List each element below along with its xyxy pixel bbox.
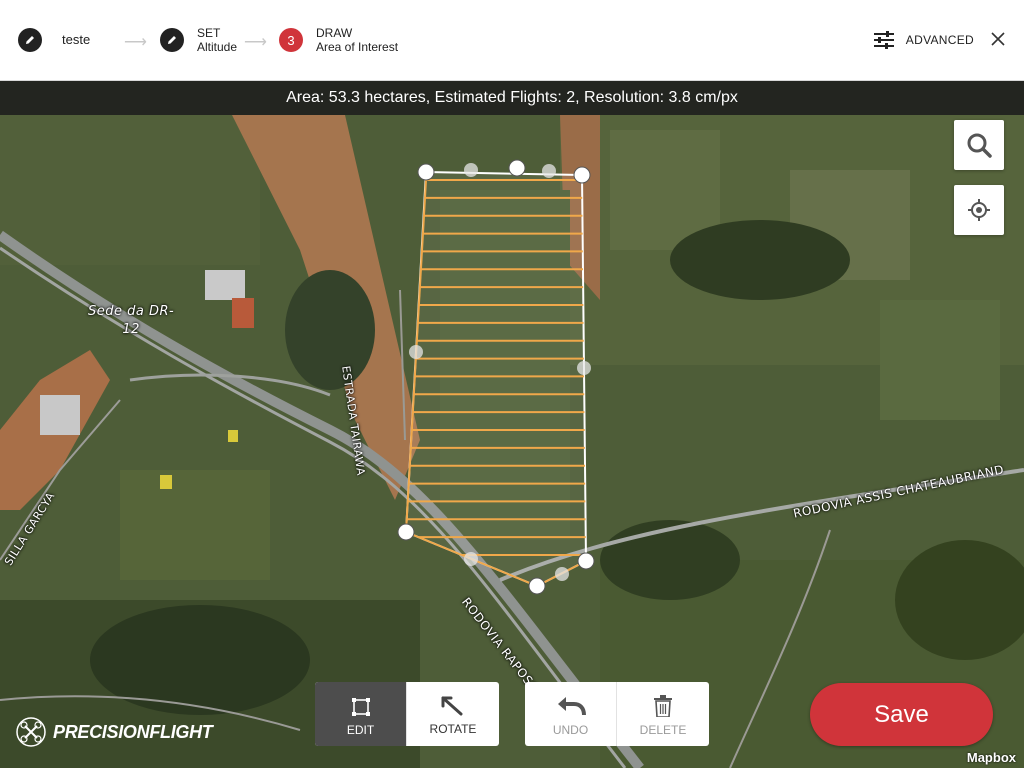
brand-logo: PRECISIONFLIGHT: [15, 716, 213, 748]
step-altitude-subtitle: Altitude: [197, 40, 238, 54]
satellite-map[interactable]: Sede da DR- 12 ESTRADA TAIRAWA RODOVIA A…: [0, 115, 1024, 768]
step-draw-subtitle: Area of Interest: [316, 40, 399, 54]
pencil-icon: [160, 28, 184, 52]
delete-label: DELETE: [639, 723, 687, 737]
map-attribution[interactable]: Mapbox: [967, 750, 1016, 765]
polygon-midpoint-handle[interactable]: [464, 163, 478, 177]
polygon-midpoint-handle[interactable]: [409, 345, 423, 359]
arrow-right-icon: ⟶: [124, 34, 147, 51]
polygon-vertex-handle[interactable]: [417, 163, 435, 181]
shape-tools: EDIT ROTATE: [315, 682, 499, 746]
step-altitude[interactable]: SET Altitude: [160, 0, 237, 80]
polygon-vertex-handle[interactable]: [508, 159, 526, 177]
polygon-vertex-handle[interactable]: [528, 577, 546, 595]
close-icon[interactable]: [988, 29, 1008, 49]
brand-name: PRECISIONFLIGHT: [53, 721, 213, 742]
polygon-midpoint-handle[interactable]: [577, 361, 591, 375]
rotate-icon: [441, 696, 463, 716]
edit-tool-button[interactable]: EDIT: [315, 682, 407, 746]
step-name[interactable]: teste: [18, 0, 90, 80]
undo-button[interactable]: UNDO: [525, 682, 617, 746]
arrow-right-icon: ⟶: [244, 34, 267, 51]
edit-shape-icon: [351, 698, 370, 716]
rotate-tool-label: ROTATE: [429, 722, 477, 736]
save-button[interactable]: Save: [810, 683, 993, 746]
pencil-icon: [18, 28, 42, 52]
map-place-label-line2: 12: [122, 322, 140, 337]
polygon-midpoint-handle[interactable]: [555, 567, 569, 581]
undo-label: UNDO: [552, 723, 589, 737]
sliders-icon: [873, 31, 894, 49]
polygon-vertex-handle[interactable]: [397, 523, 415, 541]
map-place-label-line1: Sede da DR-: [88, 304, 175, 319]
polygon-midpoint-handle[interactable]: [542, 164, 556, 178]
undo-icon: [557, 697, 586, 716]
map-locate-button[interactable]: [954, 185, 1004, 235]
edit-tool-label: EDIT: [346, 723, 375, 737]
crosshair-icon: [968, 199, 990, 221]
step-draw-text: DRAW Area of Interest: [316, 26, 398, 54]
step-draw-title: DRAW: [316, 26, 353, 40]
wizard-bar: teste ⟶ SET Altitude ⟶ 3 DRAW Area of In…: [0, 0, 1024, 81]
advanced-label: ADVANCED: [905, 33, 974, 47]
polygon-vertex-handle[interactable]: [573, 166, 591, 184]
delete-button[interactable]: DELETE: [617, 682, 709, 746]
flight-info-bar: Area: 53.3 hectares, Estimated Flights: …: [0, 81, 1024, 115]
trash-icon: [654, 695, 672, 717]
map-place-label: Sede da DR- 12: [88, 303, 174, 339]
step-name-label: teste: [62, 32, 91, 47]
rotate-tool-button[interactable]: ROTATE: [407, 682, 499, 746]
polygon-vertex-handle[interactable]: [577, 552, 595, 570]
advanced-button[interactable]: ADVANCED: [873, 0, 974, 80]
polygon-midpoint-handle[interactable]: [464, 552, 478, 566]
history-tools: UNDO DELETE: [525, 682, 709, 746]
step-altitude-title: SET: [197, 26, 221, 40]
step-draw[interactable]: 3 DRAW Area of Interest: [279, 0, 398, 80]
map-search-button[interactable]: [954, 120, 1004, 170]
step-altitude-text: SET Altitude: [197, 26, 237, 54]
step-number-badge: 3: [279, 28, 303, 52]
drone-logo-icon: [16, 717, 46, 747]
search-icon: [967, 133, 992, 158]
flight-info-text: Area: 53.3 hectares, Estimated Flights: …: [286, 89, 738, 106]
